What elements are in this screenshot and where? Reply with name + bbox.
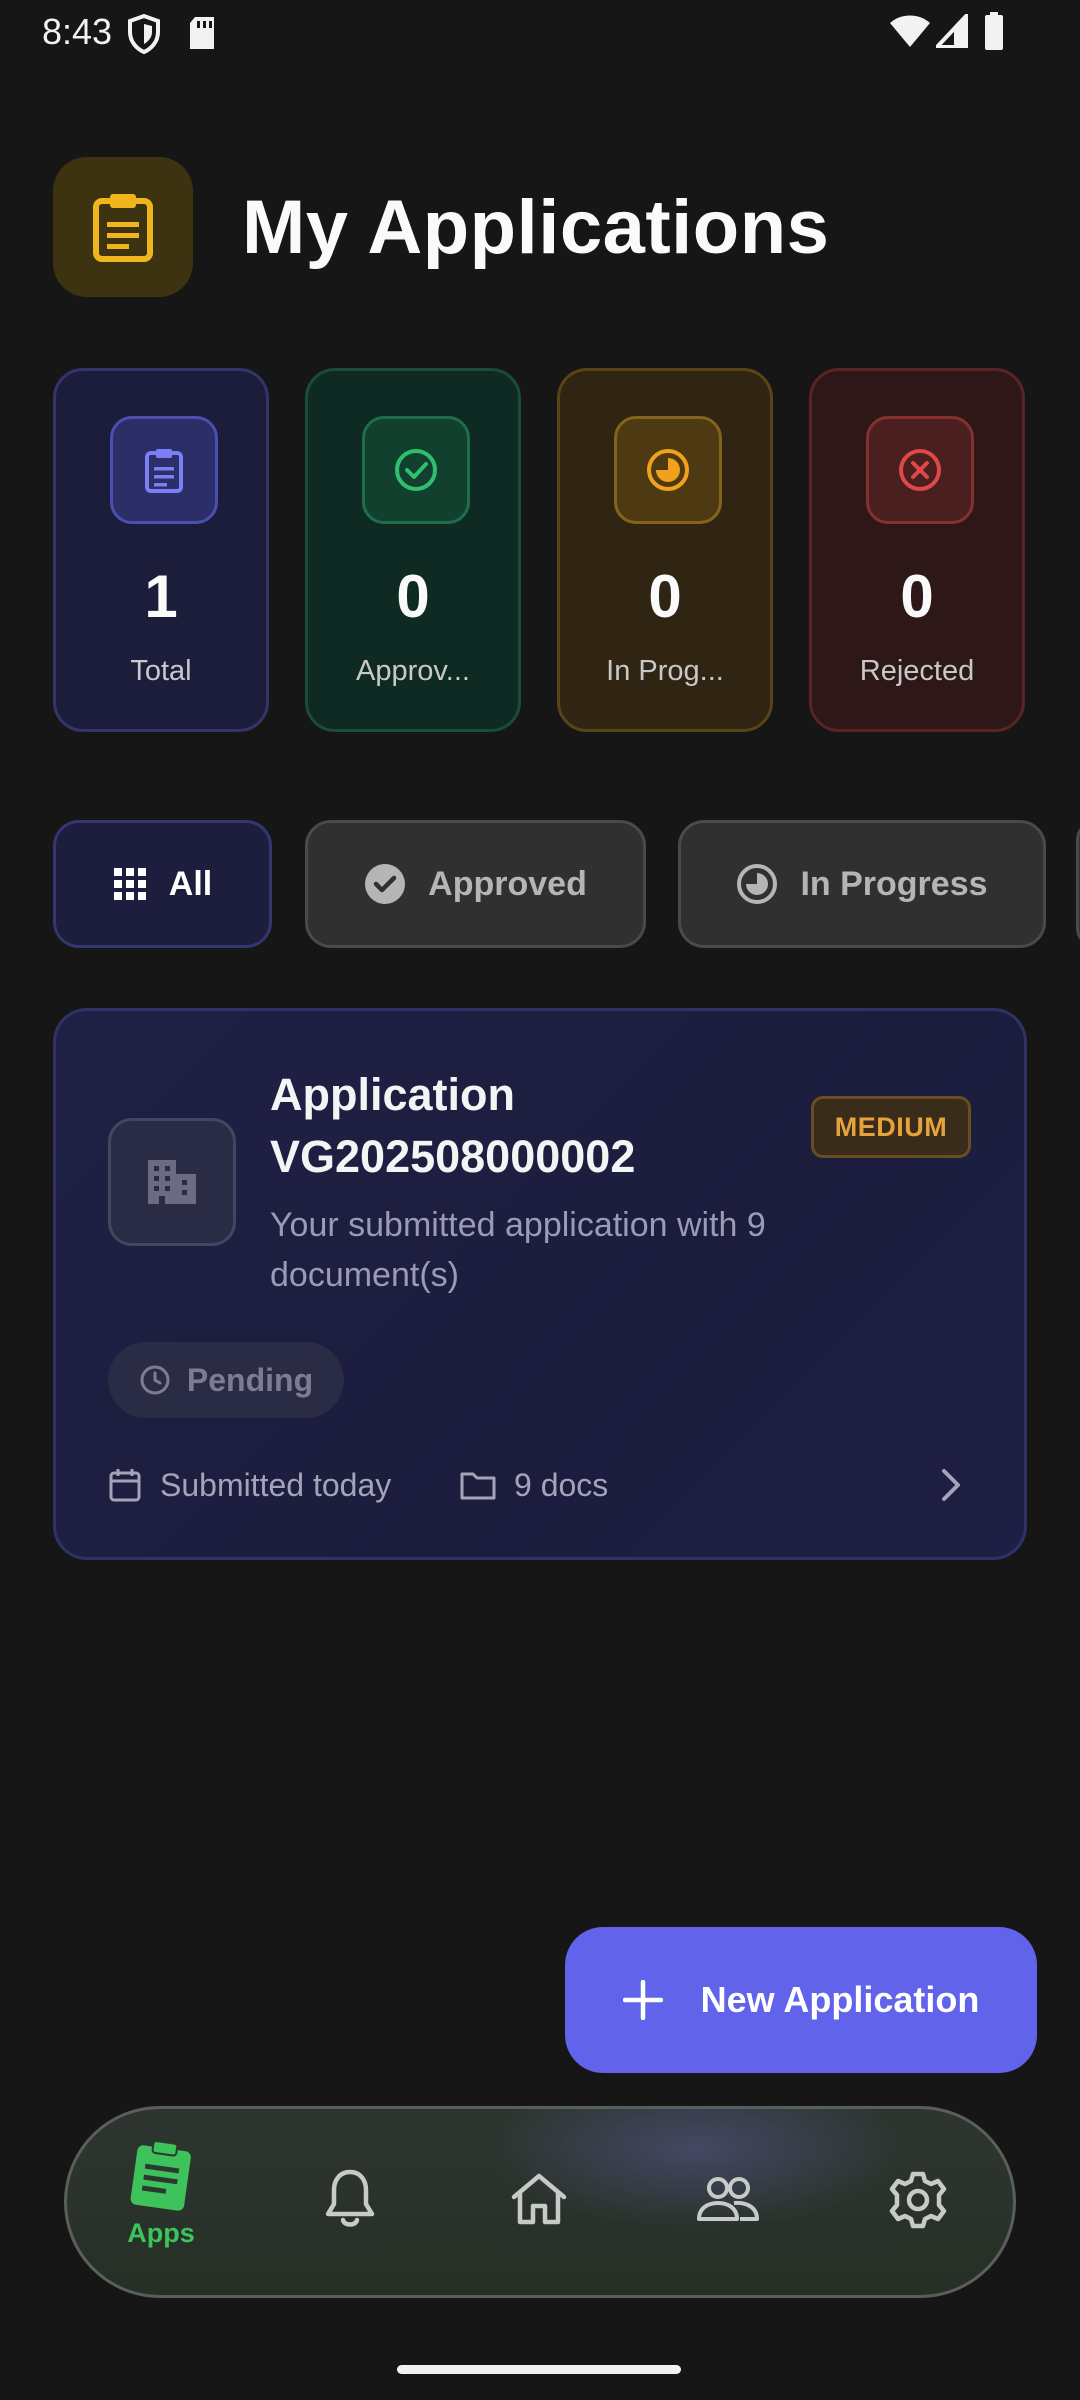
stat-label: Rejected bbox=[859, 655, 975, 687]
application-title: Application VG202508000002 bbox=[270, 1069, 636, 1182]
stat-value: 0 bbox=[900, 563, 934, 630]
people-icon bbox=[697, 2177, 759, 2221]
status-badge: Pending bbox=[108, 1342, 344, 1418]
clipboard-icon bbox=[145, 449, 183, 493]
stat-card-total[interactable]: 1 Total bbox=[53, 368, 269, 732]
submitted-text: Submitted today bbox=[160, 1466, 392, 1503]
check-circle-icon bbox=[365, 864, 406, 904]
new-application-button[interactable]: New Application bbox=[565, 1927, 1037, 2073]
stat-label: Total bbox=[130, 655, 192, 687]
stat-icon-box bbox=[614, 416, 722, 524]
building-icon bbox=[148, 1160, 196, 1204]
battery-icon bbox=[985, 12, 1003, 50]
filter-chip-label: Approved bbox=[428, 864, 587, 903]
docs-info: 9 docs bbox=[460, 1460, 608, 1510]
clipboard-icon bbox=[93, 194, 153, 262]
header-icon-box bbox=[53, 157, 193, 297]
stat-card-rejected[interactable]: 0 Rejected bbox=[809, 368, 1025, 732]
stat-card-approved[interactable]: 0 Approv... bbox=[305, 368, 521, 732]
filter-chip-all[interactable]: All bbox=[53, 820, 272, 948]
nav-item-notifications[interactable] bbox=[290, 2168, 410, 2298]
calendar-icon bbox=[109, 1469, 141, 1502]
clock-icon bbox=[140, 1365, 170, 1395]
stat-icon-box bbox=[362, 416, 470, 524]
filter-chip-label: In Progress bbox=[800, 864, 988, 903]
nav-item-people[interactable] bbox=[668, 2176, 788, 2306]
stat-value: 0 bbox=[648, 563, 682, 630]
nav-item-apps[interactable]: Apps bbox=[101, 2140, 221, 2270]
clipboard-icon bbox=[130, 2140, 191, 2211]
priority-badge: MEDIUM bbox=[811, 1096, 971, 1158]
check-circle-icon bbox=[395, 449, 437, 491]
home-icon bbox=[511, 2173, 567, 2225]
new-application-label: New Application bbox=[700, 1979, 980, 2020]
stat-icon-box bbox=[866, 416, 974, 524]
progress-icon bbox=[647, 449, 689, 491]
x-circle-icon bbox=[899, 449, 941, 491]
stat-value: 1 bbox=[144, 563, 178, 630]
progress-icon bbox=[737, 864, 778, 904]
nav-item-settings[interactable] bbox=[858, 2170, 978, 2300]
signal-icon bbox=[936, 14, 968, 48]
stat-label: In Prog... bbox=[606, 655, 724, 687]
gear-icon bbox=[889, 2171, 947, 2229]
home-indicator[interactable] bbox=[397, 2365, 681, 2374]
nav-item-label: Apps bbox=[127, 2218, 195, 2248]
bell-icon bbox=[325, 2169, 375, 2227]
page-title: My Applications bbox=[242, 185, 830, 270]
grid-icon bbox=[113, 868, 146, 900]
stat-label: Approv... bbox=[356, 655, 470, 687]
application-icon-box bbox=[108, 1118, 236, 1246]
filter-chip-label: All bbox=[168, 864, 213, 903]
stat-icon-box bbox=[110, 416, 218, 524]
stat-card-in-progress[interactable]: 0 In Prog... bbox=[557, 368, 773, 732]
folder-icon bbox=[460, 1472, 496, 1500]
wifi-icon bbox=[890, 15, 930, 47]
filter-chip-overflow[interactable] bbox=[1076, 820, 1080, 948]
plus-icon bbox=[622, 1980, 663, 2020]
shield-icon bbox=[128, 14, 160, 54]
sd-card-icon bbox=[190, 17, 214, 49]
submitted-info: Submitted today bbox=[108, 1460, 391, 1510]
filter-chip-approved[interactable]: Approved bbox=[305, 820, 646, 948]
status-badge-label: Pending bbox=[186, 1361, 314, 1398]
stat-value: 0 bbox=[396, 563, 430, 630]
status-time: 8:43 bbox=[42, 11, 113, 52]
chevron-right-icon[interactable] bbox=[940, 1468, 962, 1502]
application-description: Your submitted application with 9 docume… bbox=[270, 1206, 766, 1294]
nav-item-home[interactable] bbox=[479, 2172, 599, 2302]
filter-chip-in-progress[interactable]: In Progress bbox=[678, 820, 1046, 948]
docs-text: 9 docs bbox=[514, 1466, 609, 1503]
